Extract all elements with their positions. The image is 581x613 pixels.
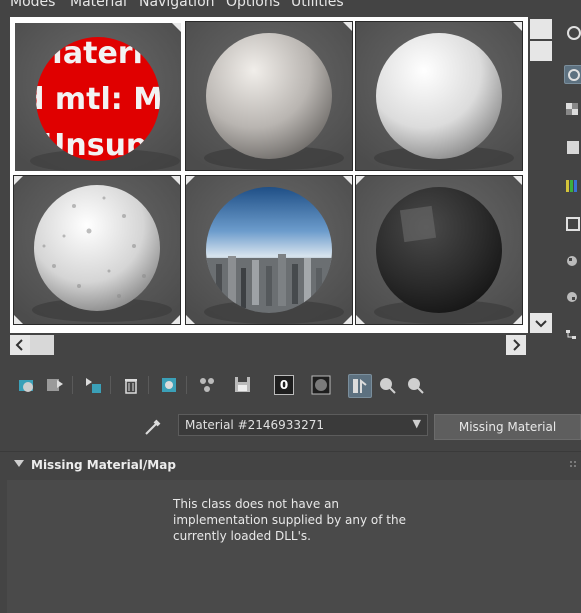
slot-corner <box>171 315 180 324</box>
slots-vertical-scrollbar[interactable] <box>528 17 554 333</box>
delete-icon[interactable] <box>120 374 142 396</box>
slot-corner <box>172 23 181 32</box>
material-name-dropdown[interactable]: Material #2146933271 ▼ <box>178 414 428 436</box>
show-shaded-material-icon[interactable] <box>310 374 332 396</box>
put-material-to-scene-icon[interactable] <box>44 374 66 396</box>
missing-material-rollout: Missing Material/Map This class does not… <box>0 451 581 613</box>
scroll-right-button[interactable] <box>506 335 526 355</box>
backlight-icon[interactable] <box>564 65 581 84</box>
scroll-thumb[interactable] <box>530 41 552 61</box>
slot-corner <box>186 176 195 185</box>
menu-utilities[interactable]: Utilities <box>291 0 344 10</box>
slot-corner <box>343 176 352 185</box>
menu-modes[interactable]: Modes <box>10 0 55 10</box>
scroll-left-button[interactable] <box>10 335 30 355</box>
material-id-channel-icon[interactable] <box>196 374 218 396</box>
material-editor-toolbar: 0 <box>10 372 450 400</box>
missing-text-line-2: d mtl: Mis <box>23 82 181 117</box>
sample-uv-tiling-icon[interactable] <box>564 139 581 156</box>
pick-material-from-object-icon[interactable] <box>142 416 164 438</box>
scroll-up-button[interactable] <box>530 19 552 39</box>
video-color-check-icon[interactable] <box>564 177 581 194</box>
chevron-down-icon <box>535 320 547 328</box>
get-material-icon[interactable] <box>16 374 38 396</box>
slots-horizontal-scrollbar[interactable] <box>10 334 528 356</box>
message-line-1: This class does not have an <box>173 497 340 511</box>
slot-corner <box>356 176 365 185</box>
scroll-down-button[interactable] <box>530 313 552 333</box>
message-line-2: implementation supplied by any of the <box>173 513 406 527</box>
slot-corner <box>513 315 522 324</box>
select-by-material-icon[interactable] <box>564 289 581 306</box>
menu-navigation[interactable]: Navigation <box>139 0 215 10</box>
background-checker-icon[interactable] <box>564 101 581 118</box>
slot-corner <box>343 315 352 324</box>
options-icon[interactable] <box>564 253 581 270</box>
go-to-parent-icon[interactable] <box>376 374 398 396</box>
make-unique-icon[interactable] <box>158 374 180 396</box>
chevron-left-icon <box>15 339 23 351</box>
sample-type-icon[interactable] <box>564 25 581 42</box>
menu-material[interactable]: Material <box>70 0 127 10</box>
go-forward-to-sibling-icon[interactable] <box>404 374 426 396</box>
sample-slot-city[interactable] <box>185 175 353 325</box>
material-map-navigator-icon[interactable] <box>564 327 581 344</box>
show-end-result-icon[interactable] <box>348 374 372 398</box>
slot-corner <box>14 315 23 324</box>
chevron-right-icon <box>513 339 521 351</box>
message-line-3: currently loaded DLL's. <box>173 529 311 543</box>
slot-corner <box>513 22 522 31</box>
menu-bar: Modes Material Navigation Options Utilit… <box>0 0 581 12</box>
sample-slot-grey[interactable] <box>185 21 353 171</box>
rollout-grip-icon[interactable] <box>570 460 578 470</box>
slot-corner <box>14 176 23 185</box>
sample-slot-stone[interactable] <box>13 175 181 325</box>
save-icon[interactable] <box>232 374 254 396</box>
rollout-header[interactable]: Missing Material/Map <box>8 458 568 474</box>
material-name-value: Material #2146933271 <box>185 418 324 432</box>
sample-slot-dark[interactable] <box>355 175 523 325</box>
slot-corner <box>171 176 180 185</box>
sample-slot-missing[interactable]: Materi d mtl: Mis Unsup <box>13 21 183 173</box>
side-tool-strip <box>560 17 581 347</box>
rollout-title: Missing Material/Map <box>31 458 176 472</box>
slot-corner <box>513 176 522 185</box>
material-type-button[interactable]: Missing Material <box>434 414 581 440</box>
make-preview-icon[interactable] <box>564 215 581 232</box>
chevron-down-icon: ▼ <box>412 417 421 430</box>
collapse-triangle-icon <box>14 460 24 467</box>
h-scroll-thumb[interactable] <box>30 335 54 355</box>
menu-options[interactable]: Options <box>226 0 280 10</box>
slot-corner <box>186 315 195 324</box>
sample-slots-panel: Materi d mtl: Mis Unsup <box>10 17 528 333</box>
material-id-zero-button[interactable]: 0 <box>274 375 294 395</box>
rollout-body: This class does not have an implementati… <box>7 480 581 613</box>
assign-material-to-selection-icon[interactable] <box>82 374 104 396</box>
slot-corner <box>356 315 365 324</box>
slot-corner <box>343 22 352 31</box>
sample-slot-white[interactable] <box>355 21 523 171</box>
